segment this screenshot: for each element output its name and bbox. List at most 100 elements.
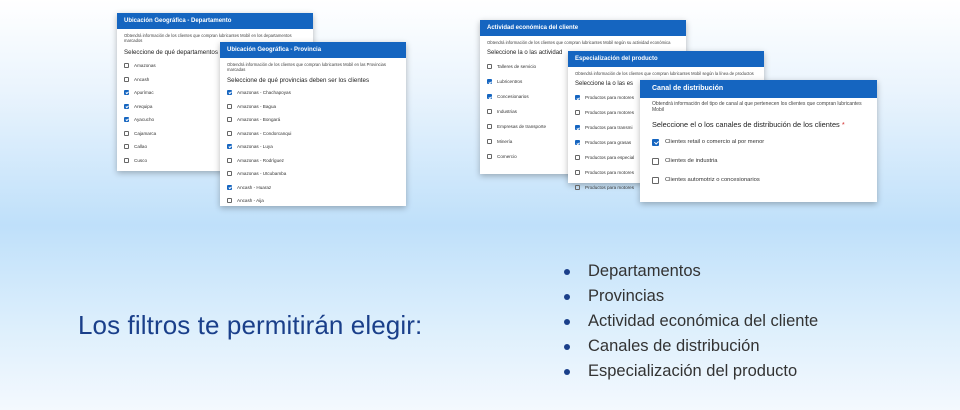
- checkbox-checked-icon[interactable]: [124, 117, 129, 123]
- bullet-dot-icon: [564, 268, 570, 275]
- checkbox-unchecked-icon[interactable]: [652, 157, 659, 165]
- checkbox-unchecked-icon[interactable]: [124, 130, 129, 136]
- headline: Los filtros te permitirán elegir:: [78, 310, 423, 340]
- bullet-dot-icon: [564, 318, 570, 325]
- checkbox-unchecked-icon[interactable]: [227, 198, 232, 204]
- checkbox-option[interactable]: Amazonas - Chachapoyas: [220, 86, 406, 100]
- checkbox-label: Ancash - Aija: [237, 198, 264, 204]
- checkbox-label: Amazonas - Bongará: [237, 117, 281, 123]
- bullet-text: Especialización del producto: [588, 362, 798, 380]
- question-text: Seleccione el o los canales de distribuc…: [652, 119, 840, 129]
- required-mark: *: [841, 119, 845, 129]
- checkbox-checked-icon[interactable]: [487, 94, 492, 100]
- card-question: Seleccione el o los canales de distribuc…: [640, 114, 877, 133]
- checkbox-label: Productos para motores: [585, 95, 635, 101]
- checkbox-label: Cajamarca: [134, 130, 157, 136]
- bullet-item: Departamentos: [564, 259, 818, 284]
- checkbox-label: Industrias: [497, 109, 517, 115]
- checkbox-label: Clientes retail o comercio al por menor: [665, 139, 765, 146]
- checkbox-option[interactable]: Amazonas - Condorcanqui: [220, 126, 406, 140]
- bullet-dot-icon: [564, 293, 570, 300]
- checkbox-option[interactable]: Ancash - Huaraz: [220, 180, 406, 194]
- checkbox-unchecked-icon[interactable]: [652, 176, 659, 184]
- checkbox-option[interactable]: Amazonas - Bagua: [220, 99, 406, 113]
- checkbox-unchecked-icon[interactable]: [227, 117, 232, 123]
- checkbox-label: Amazonas - Luya: [237, 144, 273, 150]
- checkbox-unchecked-icon[interactable]: [487, 139, 492, 145]
- checkbox-label: Concesionarios: [497, 94, 529, 100]
- checkbox-label: Empresas de transporte: [497, 124, 547, 130]
- checkbox-unchecked-icon[interactable]: [124, 144, 129, 150]
- filters-bullet-list: Departamentos Provincias Actividad econó…: [564, 259, 818, 384]
- checkbox-checked-icon[interactable]: [124, 103, 129, 109]
- checkbox-label: Productos para transmi: [585, 125, 633, 131]
- checkbox-unchecked-icon[interactable]: [487, 154, 492, 160]
- bullet-dot-icon: [564, 343, 570, 350]
- checkbox-unchecked-icon[interactable]: [487, 109, 492, 115]
- checkbox-option[interactable]: Amazonas - Luya: [220, 140, 406, 154]
- checkbox-label: Amazonas - Chachapoyas: [237, 90, 291, 96]
- checkbox-option[interactable]: Ancash - Aija: [220, 194, 406, 208]
- checkbox-unchecked-icon[interactable]: [227, 157, 232, 163]
- checkbox-checked-icon[interactable]: [227, 184, 232, 190]
- card-question: Seleccione de qué provincias deben ser l…: [227, 76, 370, 84]
- options-list: Clientes retail o comercio al por menor C…: [640, 133, 877, 190]
- card-title: Ubicación Geográfica - Provincia: [220, 42, 406, 58]
- checkbox-unchecked-icon[interactable]: [575, 155, 580, 161]
- bullet-text: Provincias: [588, 287, 665, 305]
- checkbox-label: Clientes de industria: [665, 158, 718, 165]
- checkbox-label: Amazonas - Bagua: [237, 103, 277, 109]
- card-description: Obtendrá información de los clientes que…: [575, 71, 754, 76]
- checkbox-option[interactable]: Amazonas - Bongará: [220, 113, 406, 127]
- checkbox-label: Amazonas - Utcubamba: [237, 171, 287, 177]
- checkbox-option[interactable]: Clientes retail o comercio al por menor: [640, 133, 877, 152]
- checkbox-label: Productos para grasas: [585, 140, 632, 146]
- bullet-text: Actividad económica del cliente: [588, 312, 819, 330]
- checkbox-label: Talleres de servicio: [497, 64, 537, 70]
- checkbox-checked-icon[interactable]: [487, 79, 492, 85]
- bullet-item: Provincias: [564, 284, 818, 309]
- bullet-text: Canales de distribución: [588, 337, 760, 355]
- checkbox-unchecked-icon[interactable]: [227, 130, 232, 136]
- bullet-item: Actividad económica del cliente: [564, 309, 818, 334]
- checkbox-checked-icon[interactable]: [575, 140, 580, 146]
- checkbox-label: Arequipa: [134, 103, 153, 109]
- checkbox-label: Amazonas - Rodríguez: [237, 157, 284, 163]
- checkbox-label: Ancash: [134, 76, 150, 82]
- bullet-item: Canales de distribución: [564, 334, 818, 359]
- canal-filter-card: Canal de distribución Obtendrá informaci…: [640, 80, 877, 202]
- bullet-text: Departamentos: [588, 262, 701, 280]
- checkbox-label: Productos para motores: [585, 170, 635, 176]
- checkbox-unchecked-icon[interactable]: [227, 171, 232, 177]
- checkbox-option[interactable]: Amazonas - Utcubamba: [220, 167, 406, 181]
- checkbox-label: Clientes automotriz o concesionarios: [665, 177, 760, 184]
- checkbox-checked-icon[interactable]: [575, 95, 580, 101]
- bullet-dot-icon: [564, 368, 570, 375]
- checkbox-label: Ayacucho: [134, 117, 155, 123]
- checkbox-checked-icon[interactable]: [124, 90, 129, 96]
- checkbox-unchecked-icon[interactable]: [227, 103, 232, 109]
- checkbox-label: Productos para especial: [585, 155, 635, 161]
- checkbox-unchecked-icon[interactable]: [487, 64, 492, 70]
- checkbox-unchecked-icon[interactable]: [124, 157, 129, 163]
- checkbox-checked-icon[interactable]: [227, 90, 232, 96]
- card-title: Ubicación Geográfica - Departamento: [117, 13, 313, 29]
- checkbox-label: Apurímac: [134, 90, 154, 96]
- checkbox-checked-icon[interactable]: [227, 144, 232, 150]
- card-description: Obtendrá información de los clientes que…: [487, 40, 671, 45]
- checkbox-label: Callao: [134, 144, 148, 150]
- checkbox-option[interactable]: Clientes automotriz o concesionarios: [640, 171, 877, 190]
- checkbox-unchecked-icon[interactable]: [487, 124, 492, 130]
- checkbox-unchecked-icon[interactable]: [575, 185, 580, 191]
- checkbox-checked-icon[interactable]: [575, 125, 580, 131]
- checkbox-unchecked-icon[interactable]: [575, 110, 580, 116]
- checkbox-option[interactable]: Amazonas - Rodríguez: [220, 153, 406, 167]
- checkbox-label: Cusco: [134, 157, 148, 163]
- checkbox-option[interactable]: Clientes de industria: [640, 152, 877, 171]
- checkbox-unchecked-icon[interactable]: [575, 170, 580, 176]
- checkbox-label: Amazonas: [134, 63, 156, 69]
- checkbox-unchecked-icon[interactable]: [124, 63, 129, 69]
- checkbox-label: Productos para motores: [585, 185, 635, 191]
- checkbox-unchecked-icon[interactable]: [124, 76, 129, 82]
- checkbox-checked-icon[interactable]: [652, 138, 659, 146]
